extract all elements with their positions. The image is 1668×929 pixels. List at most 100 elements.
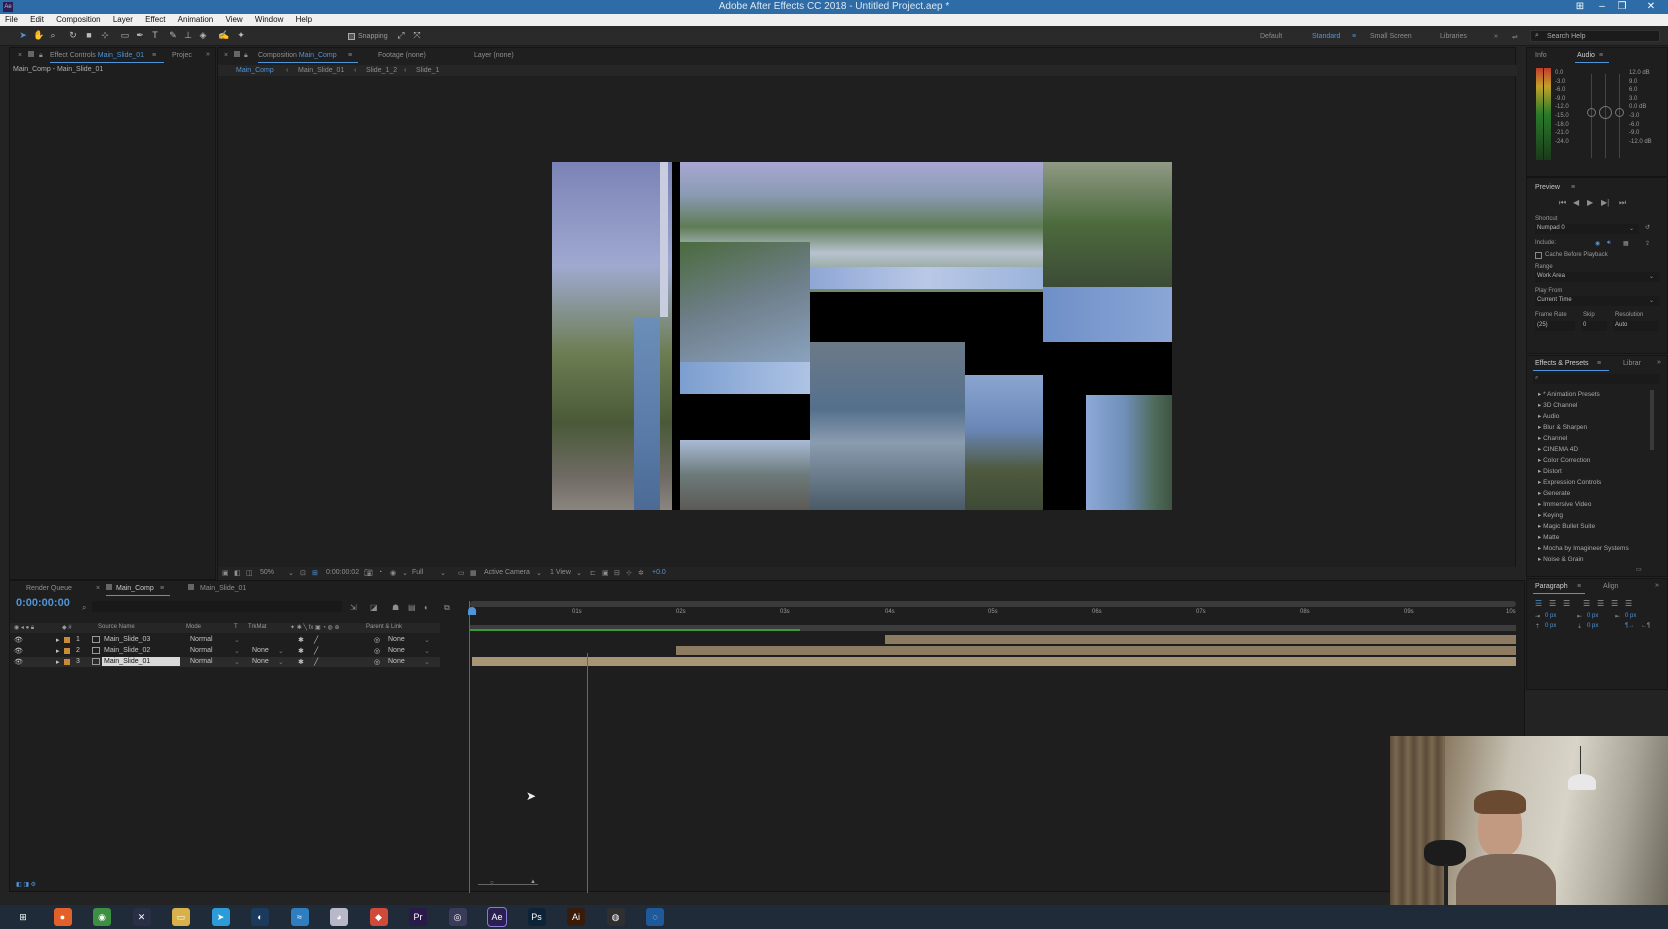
panel-close-icon[interactable]: × — [96, 585, 100, 592]
pick-whip-icon[interactable]: ◎ — [374, 636, 380, 644]
space-before-value[interactable]: 0 px — [1545, 623, 1556, 629]
zoom-slider[interactable] — [478, 884, 538, 885]
effects-category[interactable]: ▸ Audio — [1538, 412, 1559, 420]
quality-icon[interactable]: ╱ — [314, 647, 318, 655]
preview-tab[interactable]: Preview — [1535, 184, 1560, 191]
paragraph-tab[interactable]: Paragraph — [1535, 583, 1568, 590]
graph-editor-icon[interactable]: ⧉ — [444, 603, 450, 613]
main-comp-tab[interactable]: Main_Comp — [116, 585, 154, 592]
collapse-transform-icon[interactable]: ✱ — [298, 636, 304, 644]
playhead-handle[interactable] — [468, 607, 476, 615]
workspace-default[interactable]: Default — [1260, 33, 1282, 40]
eraser-tool-icon[interactable]: ◈ — [198, 30, 208, 40]
lock-icon[interactable]: 🔒︎ — [244, 52, 248, 60]
comp-mini-flowchart-icon[interactable]: ⇲ — [350, 603, 357, 612]
effects-category[interactable]: ▸ Magic Bullet Suite — [1538, 522, 1595, 530]
effects-category[interactable]: ▸ Distort — [1538, 467, 1562, 475]
pen-tool-icon[interactable]: ✒ — [135, 30, 145, 40]
space-after-value[interactable]: 0 px — [1587, 623, 1598, 629]
windows-start-icon[interactable]: ⊞ — [14, 908, 32, 926]
terminal-icon[interactable]: ✕ — [132, 908, 151, 926]
indent-left-value[interactable]: 0 px — [1545, 613, 1556, 619]
effects-category[interactable]: ▸ Color Correction — [1538, 456, 1590, 464]
effects-category[interactable]: ▸ Keying — [1538, 511, 1563, 519]
menu-window[interactable]: Window — [250, 14, 288, 24]
expand-arrow-icon[interactable]: ▸ — [56, 658, 60, 666]
quality-icon[interactable]: ╱ — [314, 658, 318, 666]
photoshop-icon[interactable]: Ps — [527, 908, 546, 926]
text-direction-rtl-icon[interactable]: ←¶ — [1641, 623, 1650, 629]
breadcrumb-slide-1[interactable]: Slide_1 — [416, 67, 439, 74]
effects-category[interactable]: ▸ Immersive Video — [1538, 500, 1591, 508]
time-ruler[interactable]: 0s 01s 02s 03s 04s 05s 06s 07s 08s 09s 1… — [470, 609, 1522, 621]
panel-menu-icon[interactable]: ≡ — [348, 52, 352, 59]
eye-icon[interactable]: 👁︎ — [14, 658, 23, 666]
next-frame-icon[interactable]: ▶︎| — [1601, 198, 1609, 207]
workspace-small-screen[interactable]: Small Screen — [1370, 33, 1412, 40]
panel-overflow-icon[interactable]: » — [206, 51, 210, 58]
skip-dropdown[interactable]: 0 — [1581, 321, 1607, 331]
effects-category[interactable]: ▸ Expression Controls — [1538, 478, 1601, 486]
toggle-pixel-aspect-icon[interactable]: ⊏ — [590, 569, 596, 577]
transparency-grid-icon[interactable]: ▦ — [470, 569, 477, 577]
project-tab[interactable]: Projec — [172, 52, 192, 59]
grid-icon[interactable]: ⊞ — [312, 569, 318, 577]
breadcrumb-slide-1-2[interactable]: Slide_1_2 — [366, 67, 397, 74]
frame-blending-icon[interactable]: ▤ — [408, 603, 416, 612]
panel-menu-icon[interactable]: ≡ — [160, 585, 164, 592]
motion-blur-icon[interactable]: ◐ — [424, 603, 429, 612]
panel-overflow-icon[interactable]: » — [1657, 359, 1661, 366]
menu-animation[interactable]: Animation — [173, 14, 219, 24]
lock-icon[interactable]: 🔒︎ — [39, 52, 43, 60]
timeline-search-input[interactable] — [92, 601, 342, 612]
browser-icon[interactable]: ◌ — [646, 908, 664, 926]
collapse-transform-icon[interactable]: ✱ — [298, 647, 304, 655]
viewer-timecode[interactable]: 0:00:00:02 — [326, 569, 359, 576]
rectangle-tool-icon[interactable]: ▭ — [120, 30, 130, 40]
effects-search-input[interactable]: ⌕ — [1533, 374, 1659, 384]
layer-row[interactable]: 👁︎ ▸ 2 Main_Slide_02 Normal ⌄ None ⌄ ✱ ╱… — [14, 646, 440, 656]
close-button[interactable]: ✕ — [1634, 0, 1668, 14]
justify-right-icon[interactable]: ☰ — [1611, 599, 1618, 608]
layer-name[interactable]: Main_Slide_03 — [104, 636, 150, 643]
hide-shy-layers-icon[interactable]: ☗ — [392, 603, 399, 612]
previous-frame-icon[interactable]: ◀ — [1573, 198, 1579, 207]
toggle-switches-icon[interactable]: ◧ ◨ ⚙ — [16, 881, 36, 888]
menu-edit[interactable]: Edit — [25, 14, 49, 24]
layer-parent[interactable]: None — [388, 636, 405, 643]
snap-options-icon[interactable]: ⤧ — [412, 30, 422, 40]
quality-icon[interactable]: ╱ — [314, 636, 318, 644]
exposure-value[interactable]: +0.0 — [652, 569, 666, 576]
new-folder-icon[interactable]: ▭ — [1636, 566, 1642, 573]
maximize-button[interactable]: ❐ — [1612, 0, 1632, 14]
flowchart-icon[interactable]: ⊹ — [626, 569, 632, 577]
shortcut-dropdown[interactable]: Numpad 0 ⌄ — [1535, 224, 1639, 234]
layer-trkmat[interactable]: None — [252, 647, 269, 654]
audio-fader-left[interactable] — [1587, 108, 1596, 117]
pick-whip-icon[interactable]: ◎ — [374, 647, 380, 655]
clone-stamp-tool-icon[interactable]: ⊥ — [183, 30, 193, 40]
panel-menu-icon[interactable]: ≡ — [152, 52, 156, 59]
app-icon-11[interactable]: ◎ — [448, 908, 467, 926]
effects-category[interactable]: ▸ CINEMA 4D — [1538, 445, 1578, 453]
include-audio-icon[interactable]: 🔊︎ — [1607, 240, 1611, 247]
camera-tool-icon[interactable]: ■ — [84, 30, 94, 40]
effect-controls-tab[interactable]: Effect Controls Main_Slide_01 — [50, 52, 144, 59]
audio-fader-center[interactable] — [1599, 106, 1612, 119]
snapshot-icon[interactable]: 📷︎ — [364, 569, 373, 577]
layer-mode[interactable]: Normal — [190, 647, 213, 654]
justify-left-icon[interactable]: ☰ — [1583, 599, 1590, 608]
work-area-bar[interactable] — [470, 601, 1516, 607]
label-color-swatch[interactable] — [64, 648, 70, 654]
breadcrumb-main-slide-01[interactable]: Main_Slide_01 — [298, 67, 344, 74]
collapse-transform-icon[interactable]: ✱ — [298, 658, 304, 666]
first-frame-icon[interactable]: ⏮ — [1559, 198, 1566, 208]
last-frame-icon[interactable]: ⏭ — [1619, 198, 1626, 208]
play-icon[interactable]: ▶ — [1587, 198, 1593, 207]
menu-composition[interactable]: Composition — [51, 14, 105, 24]
layer-trkmat[interactable]: None — [252, 658, 269, 665]
app-icon-8[interactable]: ◕ — [330, 908, 348, 926]
puppet-tool-icon[interactable]: ✦ — [236, 30, 246, 40]
align-tab[interactable]: Align — [1603, 583, 1619, 590]
snapping-checkbox[interactable] — [348, 33, 355, 40]
